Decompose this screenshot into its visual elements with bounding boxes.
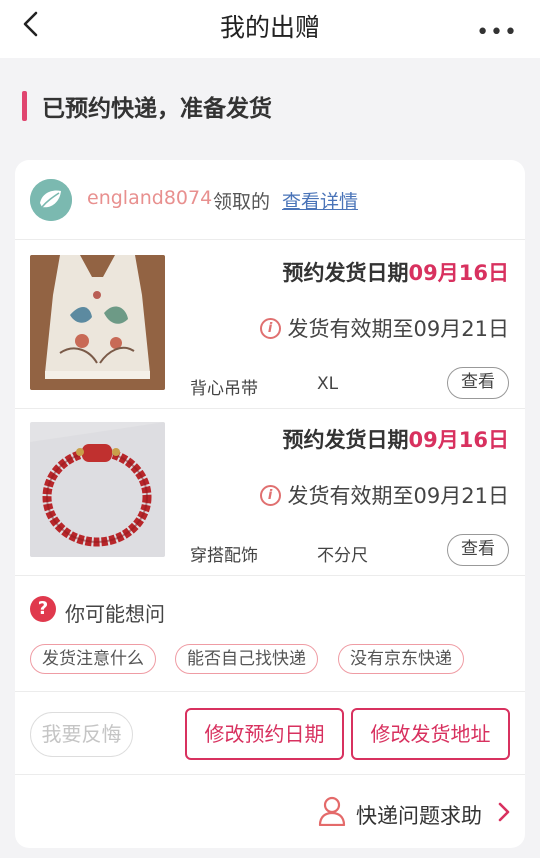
ship-date: 预约发货日期09月16日 [283,257,509,287]
faq-chip[interactable]: 没有京东快递 [338,644,464,674]
ship-date-value: 09月16日 [408,428,509,452]
faq-chip[interactable]: 能否自己找快递 [175,644,318,674]
order-card: england8074 领取的 查看详情 预约发货日期09月16日 i 发货有效… [15,160,525,848]
item-size: 不分尺 [317,546,368,566]
person-icon [318,796,346,826]
change-date-button[interactable]: 修改预约日期 [185,708,344,760]
info-icon: i [259,484,281,506]
validity-text: 发货有效期至09月21日 [287,484,509,508]
change-address-button[interactable]: 修改发货地址 [351,708,510,760]
status-banner: 已预约快递，准备发货 [0,58,540,158]
ship-date-label: 预约发货日期 [282,428,409,452]
validity-text: 发货有效期至09月21日 [287,317,509,341]
recipient-username[interactable]: england8074 [87,187,212,209]
faq-section: ? 你可能想问 发货注意什么 能否自己找快递 没有京东快递 [15,576,525,692]
ship-date-value: 09月16日 [408,261,509,285]
list-item: 预约发货日期09月16日 i 发货有效期至09月21日 穿搭配饰 不分尺 查看 [15,408,525,576]
info-icon: i [259,317,281,339]
claimed-label: 领取的 [213,191,271,213]
item-size: XL [317,374,339,394]
regret-button[interactable]: 我要反悔 [30,712,133,757]
ship-date: 预约发货日期09月16日 [283,424,509,454]
status-text: 已预约快递，准备发货 [42,96,272,122]
chevron-right-icon [498,802,510,822]
view-button[interactable]: 查看 [447,534,509,566]
view-details-link[interactable]: 查看详情 [282,187,358,214]
validity-notice: i 发货有效期至09月21日 [259,313,509,343]
item-category: 背心吊带 [190,379,258,399]
list-item: 预约发货日期09月16日 i 发货有效期至09月21日 背心吊带 XL 查看 [15,241,525,409]
leaf-logo-icon [30,179,72,221]
recipient-row: england8074 领取的 查看详情 [15,160,525,240]
status-accent-bar [22,91,27,121]
bracelet-product-image[interactable] [30,422,165,557]
avatar [30,179,72,221]
faq-chip[interactable]: 发货注意什么 [30,644,156,674]
question-icon: ? [30,596,56,622]
page-title: 我的出赠 [219,13,320,42]
ship-date-label: 预约发货日期 [282,261,409,285]
action-bar: 我要反悔 修改预约日期 修改发货地址 [15,693,525,775]
courier-help-row[interactable]: 快递问题求助 [15,776,525,848]
courier-help-label[interactable]: 快递问题求助 [356,800,482,830]
view-button[interactable]: 查看 [447,367,509,399]
faq-title: 你可能想问 [65,602,165,626]
validity-notice: i 发货有效期至09月21日 [259,480,509,510]
vest-product-image[interactable] [30,255,165,390]
more-menu-icon[interactable]: ••• [476,20,518,45]
item-category: 穿搭配饰 [190,546,258,566]
nav-bar: 我的出赠 ••• [0,0,540,58]
